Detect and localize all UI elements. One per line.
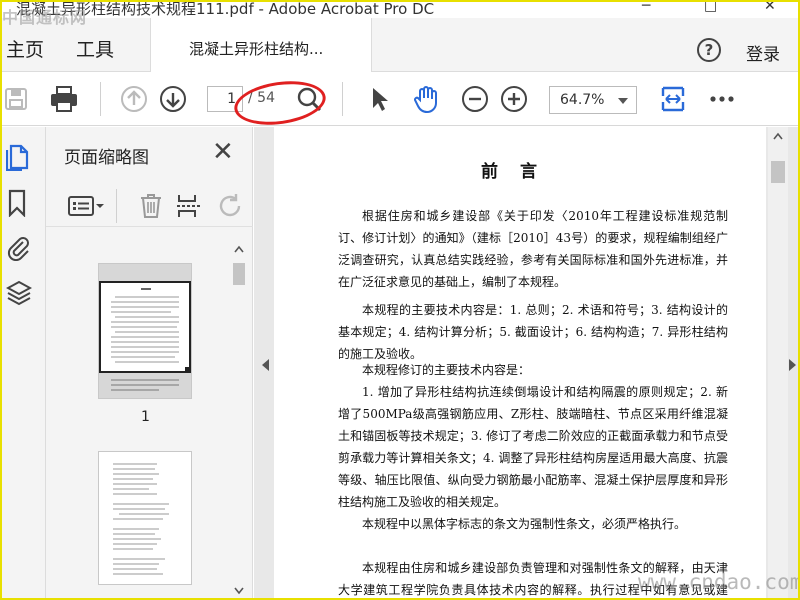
hand-tool-icon[interactable]	[412, 84, 442, 114]
page-thumbnails-panel: 页面缩略图 ✕ 1	[46, 127, 253, 598]
zoom-in-icon[interactable]	[499, 84, 529, 114]
tab-document[interactable]: 混凝土异形柱结构...	[150, 18, 372, 72]
visible-area-box[interactable]	[99, 281, 191, 373]
pdf-page: 前言 根据住房和城乡建设部《关于印发〈2010年工程建设标准规范制订、修订计划〉…	[274, 127, 766, 598]
login-button[interactable]: 登录	[746, 40, 780, 65]
toolbar-divider	[342, 82, 343, 116]
page-thumbnail-label: 1	[141, 409, 150, 425]
toolbar-divider	[100, 82, 101, 116]
previous-page-icon[interactable]	[119, 84, 149, 114]
panel-toolbar	[46, 185, 253, 227]
app-window: 混凝土异形柱结构技术规程111.pdf - Adobe Acrobat Pro …	[0, 0, 800, 600]
collapse-left-panel-icon[interactable]	[262, 359, 269, 371]
tab-home[interactable]: 主页	[6, 35, 44, 62]
chevron-down-icon	[618, 98, 628, 104]
next-page-icon[interactable]	[158, 84, 188, 114]
tab-bar: 主页 工具 混凝土异形柱结构... ? 登录	[2, 18, 798, 72]
paragraph-4: 1. 增加了异形柱结构抗连续倒塌设计和结构隔震的原则规定；2. 新增了500MP…	[338, 385, 728, 509]
close-panel-icon[interactable]: ✕	[212, 139, 234, 165]
watermark-url: www.cndao.com	[638, 570, 800, 594]
maximize-icon[interactable]: □	[704, 2, 717, 14]
page-thumbnail-2[interactable]	[98, 451, 192, 585]
scrollbar-thumb[interactable]	[771, 161, 785, 183]
layers-icon[interactable]	[5, 279, 33, 306]
select-cursor-icon[interactable]	[364, 84, 394, 114]
document-scrollbar[interactable]	[768, 127, 788, 598]
fit-page-width-icon[interactable]	[658, 84, 688, 114]
page-thumbnail-1[interactable]	[98, 263, 192, 399]
paragraph-1: 根据住房和城乡建设部《关于印发〈2010年工程建设标准规范制订、修订计划〉的通知…	[338, 209, 728, 289]
extract-page-icon[interactable]	[174, 191, 204, 221]
navigation-rail	[2, 127, 46, 598]
close-window-icon[interactable]: ✕	[764, 2, 776, 14]
page-heading: 前言	[481, 162, 559, 182]
print-icon[interactable]	[49, 84, 79, 114]
minimize-icon[interactable]: ─	[642, 2, 650, 14]
watermark-logo: 中国通标网	[2, 8, 88, 27]
zoom-level-value: 64.7%	[560, 92, 605, 108]
paragraph-2: 本规程的主要技术内容是：1. 总则；2. 术语和符号；3. 结构设计的基本规定；…	[338, 303, 728, 361]
panel-title: 页面缩略图	[64, 148, 149, 168]
thumbnail-scrollbar[interactable]	[232, 243, 246, 598]
expand-right-panel-icon[interactable]	[789, 359, 796, 371]
panel-divider	[116, 189, 117, 223]
title-bar: 混凝土异形柱结构技术规程111.pdf - Adobe Acrobat Pro …	[2, 2, 798, 18]
zoom-out-icon[interactable]	[460, 84, 490, 114]
zoom-level-dropdown[interactable]: 64.7%	[549, 86, 637, 114]
tab-document-label: 混凝土异形柱结构...	[189, 40, 324, 58]
help-icon[interactable]: ?	[697, 38, 721, 62]
tab-tools[interactable]: 工具	[76, 35, 114, 62]
document-viewport[interactable]: 前言 根据住房和城乡建设部《关于印发〈2010年工程建设标准规范制订、修订计划〉…	[254, 127, 798, 598]
save-icon[interactable]	[2, 84, 32, 114]
toolbar: 1 / 54 64.7%	[2, 72, 798, 126]
delete-page-icon[interactable]	[136, 191, 166, 221]
attachment-icon[interactable]	[6, 233, 30, 262]
paragraph-3: 本规程修订的主要技术内容是：	[362, 363, 531, 377]
thumbnail-options-icon[interactable]	[66, 191, 106, 221]
page-thumbnails-icon[interactable]	[5, 143, 30, 172]
bookmark-icon[interactable]	[6, 189, 30, 218]
more-options-icon[interactable]	[707, 84, 737, 114]
rotate-page-icon[interactable]	[216, 191, 246, 221]
paragraph-5: 本规程中以黑体字标志的条文为强制性条文，必须严格执行。	[362, 517, 687, 531]
